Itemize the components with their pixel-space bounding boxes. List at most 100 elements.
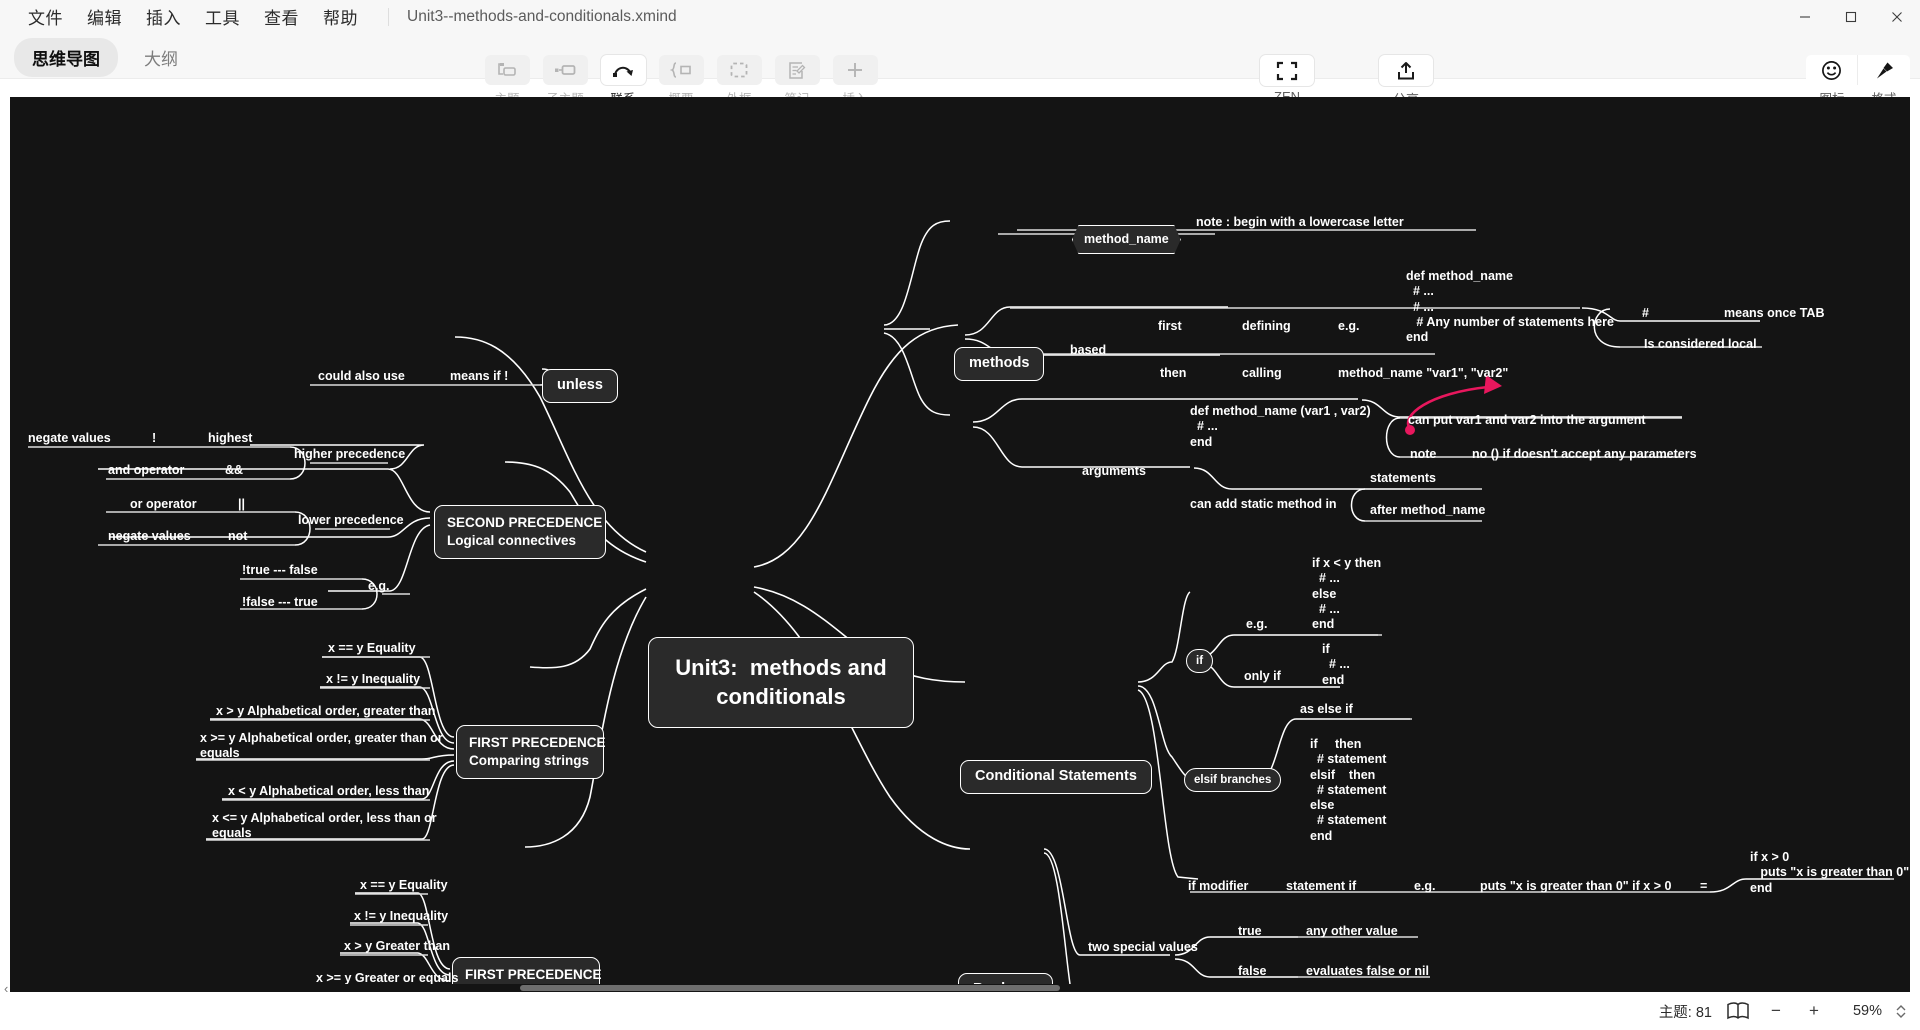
node-can-put-vars[interactable]: can put var1 and var2 into the argument xyxy=(1408,413,1646,428)
zoom-stepper-icon[interactable] xyxy=(1896,1004,1906,1018)
zoom-level: 59% xyxy=(1852,1003,1882,1019)
node-elsif-branches[interactable]: elsif branches xyxy=(1184,768,1282,793)
node-no-parens[interactable]: no () if doesn't accept any parameters xyxy=(1472,447,1697,462)
tab-outline[interactable]: 大纲 xyxy=(126,38,196,77)
node-eg-logic[interactable]: e.g. xyxy=(368,579,390,594)
node-code-def[interactable]: def method_name # ... # ... # Any number… xyxy=(1406,269,1614,345)
node-false[interactable]: false xyxy=(1238,964,1267,979)
menu-item-file[interactable]: 文件 xyxy=(16,1,75,32)
node-puts-example[interactable]: puts "x is greater than 0" if x > 0 xyxy=(1480,879,1671,894)
node-calling-code[interactable]: method_name "var1", "var2" xyxy=(1338,366,1508,381)
menu-item-tools[interactable]: 工具 xyxy=(193,1,252,32)
node-string-less-or-equals[interactable]: x <= y Alphabetical order, less than or … xyxy=(212,811,437,842)
node-and-operator[interactable]: and operator xyxy=(108,463,184,478)
central-topic[interactable]: Unit3: methods and conditionals xyxy=(648,637,914,729)
menu-item-view[interactable]: 查看 xyxy=(252,1,311,32)
mindmap-canvas[interactable]: Unit3: methods and conditionals methods … xyxy=(10,97,1910,992)
node-evaluates-false-nil[interactable]: evaluates false or nil xyxy=(1306,964,1429,979)
node-true[interactable]: true xyxy=(1238,924,1262,939)
node-eg-if[interactable]: e.g. xyxy=(1246,617,1268,632)
menu-bar: 文件 编辑 插入 工具 查看 帮助 Unit3--methods-and-con… xyxy=(0,1,677,32)
node-note-lowercase[interactable]: note : begin with a lowercase letter xyxy=(1196,215,1404,230)
node-code-def-args[interactable]: def method_name (var1 , var2) # ... end xyxy=(1190,404,1371,450)
node-as-else-if[interactable]: as else if xyxy=(1300,702,1353,717)
node-elsif-code[interactable]: if then # statement elsif then # stateme… xyxy=(1310,737,1386,844)
close-icon[interactable] xyxy=(1874,0,1920,33)
node-eg-modifier[interactable]: e.g. xyxy=(1414,879,1436,894)
node-static-method[interactable]: can add static method in xyxy=(1190,497,1337,512)
node-string-equality[interactable]: x == y Equality xyxy=(328,641,416,656)
node-number-equality[interactable]: x == y Equality xyxy=(360,878,448,893)
node-string-inequality[interactable]: x != y Inequality xyxy=(326,672,420,687)
node-two-special-values[interactable]: two special values xyxy=(1088,940,1198,955)
node-hash[interactable]: # xyxy=(1642,306,1649,321)
subtopic-icon xyxy=(542,55,588,85)
node-after-method-name[interactable]: after method_name xyxy=(1370,503,1485,518)
node-only-if[interactable]: only if xyxy=(1244,669,1281,684)
node-if[interactable]: if xyxy=(1186,649,1214,674)
node-higher-precedence[interactable]: higher precedence xyxy=(294,447,405,462)
node-number-greater-than[interactable]: x > y Greater than xyxy=(344,939,450,954)
node-defining[interactable]: defining xyxy=(1242,319,1291,334)
node-or-symbol[interactable]: || xyxy=(238,497,245,512)
mindmap-connectors xyxy=(28,220,1894,992)
view-tabs: 思维导图 大纲 xyxy=(14,38,196,77)
node-then[interactable]: then xyxy=(1160,366,1186,381)
node-string-greater-or-equals[interactable]: x >= y Alphabetical order, greater than … xyxy=(200,731,443,762)
node-note[interactable]: note xyxy=(1410,447,1436,462)
node-conditional-statements[interactable]: Conditional Statements xyxy=(960,760,1152,794)
node-could-also-use[interactable]: could also use xyxy=(318,369,405,384)
node-statement-if[interactable]: statement if xyxy=(1286,879,1356,894)
node-first[interactable]: first xyxy=(1158,319,1182,334)
node-eg-defining[interactable]: e.g. xyxy=(1338,319,1360,334)
node-negate-values-2[interactable]: negate values xyxy=(108,529,191,544)
node-string-less-than[interactable]: x < y Alphabetical order, less than xyxy=(228,784,429,799)
node-not[interactable]: not xyxy=(228,529,247,544)
node-methods[interactable]: methods xyxy=(954,347,1045,381)
minimize-icon[interactable] xyxy=(1782,0,1828,33)
node-second-precedence[interactable]: SECOND PRECEDENCE Logical connectives xyxy=(434,505,606,560)
horizontal-scrollbar[interactable] xyxy=(10,984,1910,992)
map-book-icon[interactable] xyxy=(1726,1001,1750,1021)
menu-item-edit[interactable]: 编辑 xyxy=(75,1,134,32)
node-based[interactable]: based xyxy=(1070,343,1106,358)
node-and-symbol[interactable]: && xyxy=(225,463,243,478)
node-bang[interactable]: ! xyxy=(152,431,156,446)
node-calling[interactable]: calling xyxy=(1242,366,1282,381)
document-title: Unit3--methods-and-conditionals.xmind xyxy=(388,7,677,26)
zoom-in-button[interactable]: + xyxy=(1802,999,1826,1023)
node-if-modifier[interactable]: if modifier xyxy=(1188,879,1248,894)
node-method-name[interactable]: method_name xyxy=(1072,225,1181,255)
node-or-operator[interactable]: or operator xyxy=(130,497,197,512)
node-puts-expanded[interactable]: if x > 0 puts "x is greater than 0" end xyxy=(1750,850,1909,896)
node-means-once-tab[interactable]: means once TAB xyxy=(1724,306,1825,321)
menu-item-help[interactable]: 帮助 xyxy=(311,1,370,32)
node-if-code[interactable]: if x < y then # ... else # ... end xyxy=(1312,556,1381,632)
menu-item-insert[interactable]: 插入 xyxy=(134,1,193,32)
node-number-inequality[interactable]: x != y Inequality xyxy=(354,909,448,924)
zoom-out-button[interactable]: − xyxy=(1764,999,1788,1023)
maximize-icon[interactable] xyxy=(1828,0,1874,33)
node-any-other-value[interactable]: any other value xyxy=(1306,924,1398,939)
node-not-false[interactable]: !false --- true xyxy=(242,595,318,610)
node-not-true[interactable]: !true --- false xyxy=(242,563,318,578)
node-is-considered-local[interactable]: Is considered local xyxy=(1644,337,1757,352)
node-unless[interactable]: unless xyxy=(542,369,618,403)
node-highest[interactable]: highest xyxy=(208,431,252,446)
node-first-precedence-strings[interactable]: FIRST PRECEDENCE Comparing strings xyxy=(456,725,606,780)
node-only-if-code[interactable]: if # ... end xyxy=(1322,642,1350,688)
node-statements[interactable]: statements xyxy=(1370,471,1436,486)
mindmap-root: Unit3: methods and conditionals methods … xyxy=(10,97,1910,992)
format-brush-icon xyxy=(1858,55,1910,85)
tab-mindmap[interactable]: 思维导图 xyxy=(14,38,118,77)
relationship-icon xyxy=(600,55,646,85)
node-lower-precedence[interactable]: lower precedence xyxy=(298,513,404,528)
node-negate-values-1[interactable]: negate values xyxy=(28,431,111,446)
fullscreen-icon xyxy=(1260,55,1314,86)
node-arguments[interactable]: arguments xyxy=(1082,464,1146,479)
node-method-name-wrap: method_name xyxy=(1072,225,1181,255)
scrollbar-thumb[interactable] xyxy=(520,985,1060,991)
node-equals[interactable]: = xyxy=(1700,879,1707,894)
node-means-if[interactable]: means if ! xyxy=(450,369,508,384)
node-string-greater-than[interactable]: x > y Alphabetical order, greater than xyxy=(216,704,435,719)
